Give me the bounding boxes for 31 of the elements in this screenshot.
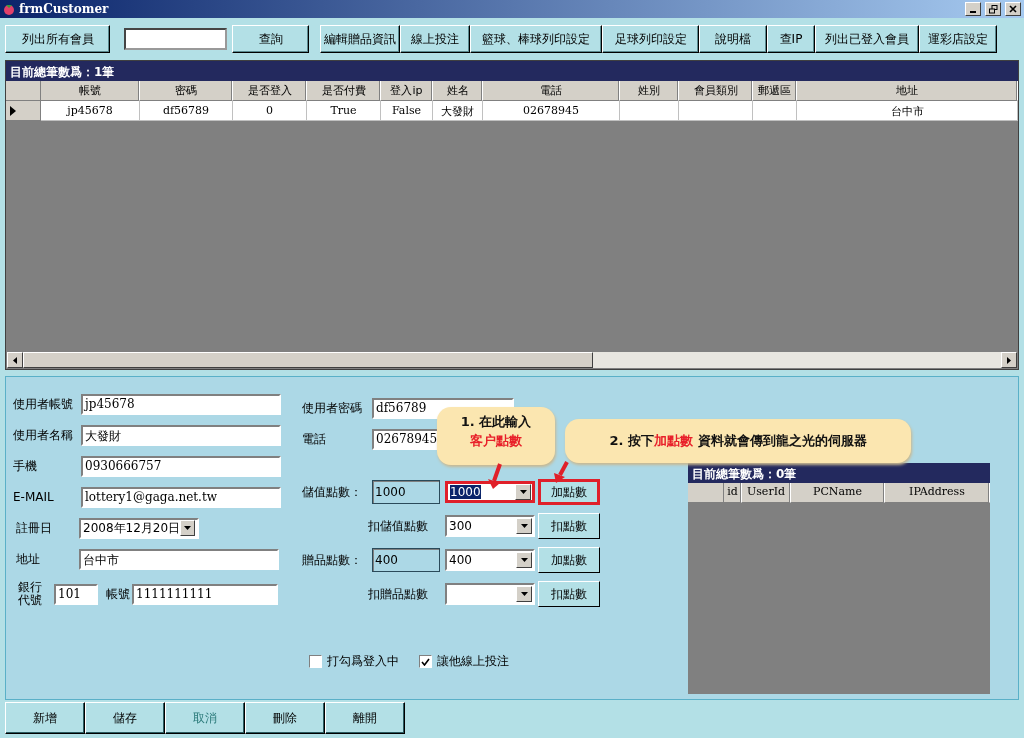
table-cell: df56789	[140, 101, 233, 121]
field-label: 註冊日	[15, 519, 53, 537]
field-label: 使用者名稱	[13, 426, 74, 444]
field-label: 扣贈品點數	[367, 585, 429, 603]
field-label: E-MAIL	[13, 490, 55, 504]
grid-title: 目前總筆數爲：1筆	[6, 61, 1018, 81]
table-cell: 02678945	[483, 101, 620, 121]
grid-title: 目前總筆數爲：0筆	[688, 463, 990, 483]
table-cell: 大發財	[433, 101, 483, 121]
callout-text: 加點數	[654, 433, 693, 448]
field-label: 帳號	[105, 585, 131, 603]
field-label: 扣儲值點數	[367, 517, 429, 535]
table-cell: jp45678	[41, 101, 140, 121]
points-display: 1000	[372, 480, 440, 504]
table-cell: 台中市	[797, 101, 1018, 121]
field-label: 電話	[302, 430, 327, 448]
callout-text: 資料就會傳到龍之光的伺服器	[696, 433, 867, 448]
field-label: 手機	[13, 457, 38, 475]
table-cell: False	[381, 101, 433, 121]
field-label: 贈品點數：	[302, 551, 363, 569]
field-label: 儲值點數：	[302, 483, 363, 501]
table-cell: 0	[233, 101, 307, 121]
callout-text: 2. 按下	[609, 433, 654, 448]
callout-text: 客户點數	[470, 432, 522, 448]
field-label: 銀行代號	[17, 581, 43, 607]
field-label: 使用者帳號	[13, 395, 74, 413]
field-label: 地址	[15, 550, 41, 568]
window-title: frmCustomer	[19, 2, 110, 16]
table-cell: True	[307, 101, 381, 121]
field-label: 使用者密碼	[302, 399, 363, 417]
points-display: 400	[372, 548, 440, 572]
